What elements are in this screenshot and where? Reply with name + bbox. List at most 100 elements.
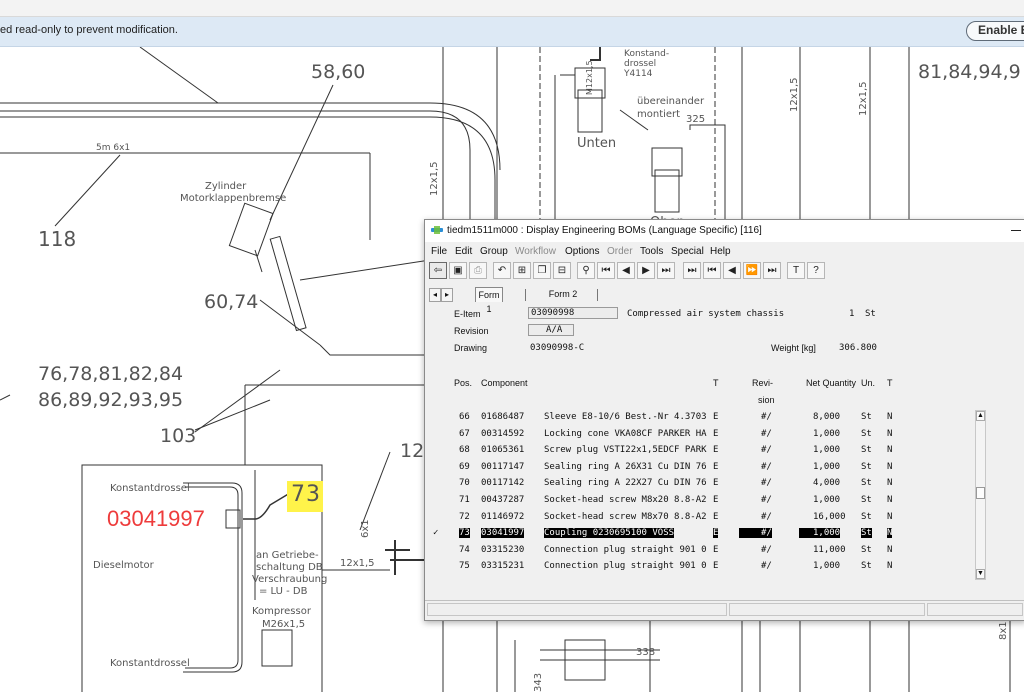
tab-form-2[interactable]: Form 2 — [543, 287, 583, 301]
svg-text:Verschraubung: Verschraubung — [252, 574, 327, 585]
part-number-callout: 03041997 — [107, 506, 205, 531]
table-row[interactable]: 66 01686487 Sleeve E8-10/6 Best.-Nr 4.3703… — [425, 409, 985, 425]
svg-text:5m 6x1: 5m 6x1 — [96, 143, 130, 153]
window-titlebar[interactable]: tiedm1511m000 : Display Engineering BOMs… — [425, 220, 1024, 242]
find-icon[interactable]: ⚲ — [577, 262, 595, 279]
minimize-icon[interactable] — [1011, 230, 1021, 231]
eitem-unit: St — [865, 309, 876, 319]
drawing-value: 03090998-C — [530, 343, 585, 353]
menu-group[interactable]: Group — [480, 246, 508, 257]
undo-icon[interactable]: ↶ — [493, 262, 511, 279]
row-revision: #/ — [761, 511, 772, 522]
svg-text:12x1,5: 12x1,5 — [789, 77, 800, 112]
row-component: 00314592 — [481, 428, 525, 439]
svg-text:12x1,5: 12x1,5 — [429, 161, 440, 196]
row-revision: #/ — [761, 495, 772, 505]
menu-options[interactable]: Options — [565, 246, 599, 257]
row-description: Socket-head screw M8x70 8.8-A2 — [544, 511, 707, 522]
column-header-net-quantity[interactable]: Net Quantity — [806, 378, 856, 388]
previous-set-icon[interactable]: ⏮ — [703, 262, 721, 279]
column-header-pos[interactable]: Pos. — [454, 378, 472, 388]
row-type-2: N — [887, 461, 893, 472]
svg-text:118: 118 — [38, 227, 76, 251]
svg-text:Konstantdrossel: Konstantdrossel — [110, 483, 190, 494]
enable-editing-button[interactable]: Enable E — [966, 21, 1024, 41]
menu-tools[interactable]: Tools — [640, 246, 663, 257]
table-row[interactable]: 68 01065361 Screw plug VSTI22x1,5EDCF PARK… — [425, 442, 985, 458]
vertical-scrollbar[interactable]: ▲ ▼ — [975, 410, 986, 580]
menu-order[interactable]: Order — [607, 246, 633, 257]
row-revision: #/ — [761, 461, 772, 472]
last-set-icon[interactable]: ⏩ — [743, 262, 761, 279]
eitem-field[interactable]: 03090998 — [528, 307, 618, 319]
help-icon[interactable]: ? — [807, 262, 825, 279]
tab-right-arrow[interactable]: ▸ — [441, 288, 453, 302]
svg-text:58,60: 58,60 — [311, 61, 365, 83]
row-description: Sealing ring A 26X31 Cu DIN 76 — [544, 461, 707, 472]
scroll-down-icon[interactable]: ▼ — [976, 569, 985, 579]
first-record-icon[interactable]: ⏮ — [597, 262, 615, 279]
row-unit: St — [861, 412, 872, 422]
row-type: E — [713, 528, 719, 539]
previous-record-icon[interactable]: ◀ — [617, 262, 635, 279]
row-description: Connection plug straight 901 0 — [544, 544, 707, 555]
row-type: E — [713, 561, 719, 572]
weight-value: 306.800 — [839, 343, 877, 353]
tab-form-1[interactable]: Form 1 — [475, 287, 503, 314]
revision-field[interactable]: A/A — [528, 324, 574, 336]
row-type: E — [713, 461, 719, 472]
first-set-icon[interactable]: ⏭ — [683, 262, 701, 279]
svg-text:drossel: drossel — [624, 59, 656, 69]
table-row[interactable]: 72 01146972 Socket-head screw M8x70 8.8-A2… — [425, 509, 985, 525]
svg-text:76,78,81,82,84: 76,78,81,82,84 — [38, 363, 183, 385]
end-icon[interactable]: ⏭ — [763, 262, 781, 279]
column-header-revision[interactable]: Revi- — [752, 378, 773, 388]
scroll-up-icon[interactable]: ▲ — [976, 411, 985, 421]
row-unit: St — [861, 478, 872, 489]
scroll-thumb[interactable] — [976, 487, 985, 499]
table-row[interactable]: 71 00437287 Socket-head screw M8x20 8.8-A2… — [425, 492, 985, 508]
svg-text:Dieselmotor: Dieselmotor — [93, 560, 155, 571]
text-icon[interactable]: T — [787, 262, 805, 279]
row-position: 69 — [459, 461, 470, 472]
row-unit: St — [861, 495, 872, 505]
menu-file[interactable]: File — [431, 246, 447, 257]
column-header-type-2[interactable]: T — [887, 378, 893, 388]
tab-left-arrow[interactable]: ◂ — [429, 288, 441, 302]
print-icon[interactable]: ⎙ — [469, 262, 487, 279]
menu-edit[interactable]: Edit — [455, 246, 472, 257]
column-header-type[interactable]: T — [713, 378, 719, 388]
revision-label: Revision — [454, 326, 489, 336]
svg-text:6x1: 6x1 — [360, 519, 371, 538]
save-icon[interactable]: ▣ — [449, 262, 467, 279]
copy-icon[interactable]: ❐ — [533, 262, 551, 279]
row-component: 00437287 — [481, 495, 525, 505]
toolbar: ⇦ ▣ ⎙ ↶ ⊞ ❐ ⊟ ⚲ ⏮ ◀ ▶ ⏭ ⏭ ⏮ ◀ ⏩ ⏭ T ? — [425, 260, 1024, 283]
drawing-label: Drawing — [454, 343, 488, 353]
table-row[interactable]: ✓ 73 03041997 Coupling 0230695100 VOSS E #/ 1,… — [425, 525, 985, 541]
next-record-icon[interactable]: ▶ — [637, 262, 655, 279]
menu-workflow[interactable]: Workflow — [515, 246, 556, 257]
row-type-2: N — [887, 445, 893, 456]
table-row[interactable]: 69 00117147 Sealing ring A 26X31 Cu DIN 76… — [425, 459, 985, 475]
table-row[interactable]: 75 03315231 Connection plug straight 901 0… — [425, 558, 985, 574]
row-component: 03315231 — [481, 561, 525, 572]
next-set-icon[interactable]: ◀ — [723, 262, 741, 279]
column-header-unit[interactable]: Un. — [861, 378, 875, 388]
row-position: 70 — [459, 478, 470, 489]
table-row[interactable]: 74 03315230 Connection plug straight 901 0… — [425, 542, 985, 558]
column-header-component[interactable]: Component — [481, 378, 528, 388]
table-row[interactable]: 70 00117142 Sealing ring A 22X27 Cu DIN 76… — [425, 475, 985, 491]
structure-icon[interactable]: ⊟ — [553, 262, 571, 279]
menu-special[interactable]: Special — [671, 246, 704, 257]
exit-icon[interactable]: ⇦ — [429, 262, 447, 279]
last-record-icon[interactable]: ⏭ — [657, 262, 675, 279]
table-row[interactable]: 67 00314592 Locking cone VKA08CF PARKER HA… — [425, 426, 985, 442]
menu-help[interactable]: Help — [710, 246, 731, 257]
svg-text:M26x1,5: M26x1,5 — [262, 619, 305, 630]
tree-icon[interactable]: ⊞ — [513, 262, 531, 279]
row-position: 68 — [459, 445, 470, 456]
svg-text:schaltung DB: schaltung DB — [256, 562, 323, 573]
svg-text:338: 338 — [636, 647, 655, 658]
row-description: Sleeve E8-10/6 Best.-Nr 4.3703 — [544, 412, 707, 422]
